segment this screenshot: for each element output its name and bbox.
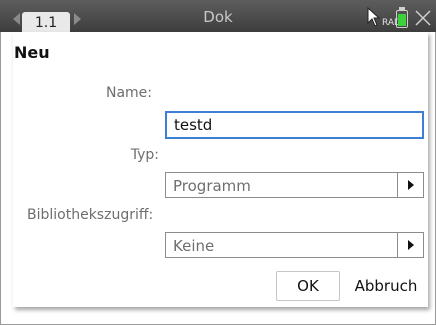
type-select-value: Programm	[173, 177, 251, 195]
ok-button[interactable]: OK	[276, 271, 340, 301]
cancel-button[interactable]: Abbruch	[350, 271, 422, 301]
new-dialog	[13, 32, 428, 307]
library-access-select-button[interactable]	[397, 233, 423, 257]
battery-level	[398, 14, 406, 26]
cursor-icon	[367, 7, 381, 27]
type-label: Typ:	[130, 147, 159, 163]
battery-icon	[396, 10, 408, 28]
type-select-button[interactable]	[397, 173, 423, 197]
library-access-label: Bibliothekszugriff:	[27, 207, 154, 223]
arrow-right-icon	[408, 240, 414, 250]
dialog-title: Neu	[14, 43, 50, 62]
name-label: Name:	[105, 85, 152, 101]
name-input[interactable]	[165, 111, 424, 139]
type-select[interactable]: Programm	[165, 172, 424, 198]
status-bar: 1.1 Dok RAD	[0, 0, 436, 32]
arrow-right-icon	[408, 180, 414, 190]
library-access-select[interactable]: Keine	[165, 232, 424, 258]
library-access-select-value: Keine	[173, 237, 215, 255]
close-icon[interactable]	[414, 8, 432, 28]
